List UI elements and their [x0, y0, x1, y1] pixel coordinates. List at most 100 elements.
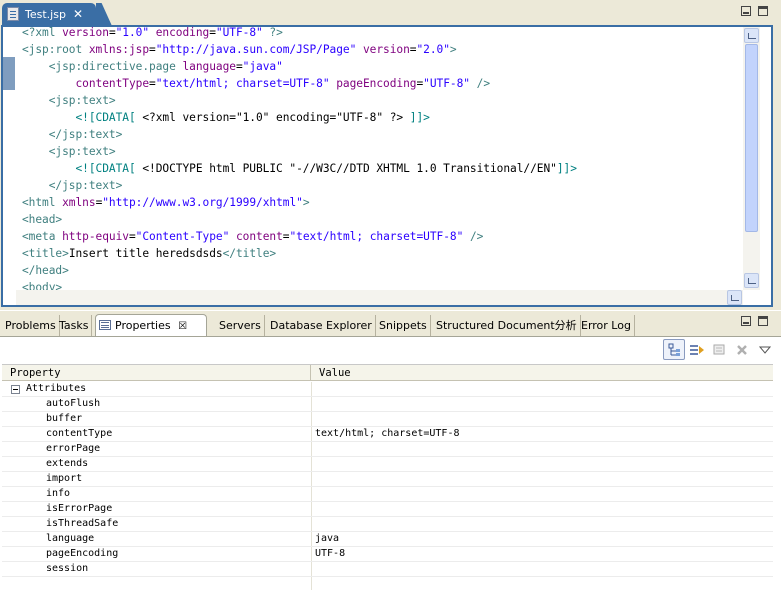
- show-categories-button[interactable]: [663, 339, 685, 360]
- editor-tab-test-jsp[interactable]: Test.jsp ✕: [2, 3, 96, 25]
- minimize-views-button[interactable]: [741, 316, 751, 326]
- code-token: "UTF-8": [423, 77, 470, 90]
- code-token: pageEncoding: [336, 77, 417, 90]
- jsp-file-icon: [7, 7, 19, 21]
- code-token: language: [182, 60, 236, 73]
- property-row-buffer[interactable]: buffer: [2, 412, 773, 427]
- code-token: <jsp:directive.page: [48, 60, 183, 73]
- property-value[interactable]: java: [315, 532, 339, 546]
- code-line: contentType="text/html; charset=UTF-8" p…: [22, 75, 490, 92]
- property-row-import[interactable]: import: [2, 472, 773, 487]
- properties-table: Property Value Attributes autoFlush buffe…: [2, 364, 773, 590]
- code-token: />: [469, 77, 491, 90]
- view-menu-icon: [759, 346, 771, 354]
- tab-tasks[interactable]: Tasks: [56, 315, 93, 336]
- code-token: =: [209, 27, 216, 39]
- property-value[interactable]: UTF-8: [315, 547, 345, 561]
- property-row-session[interactable]: session: [2, 562, 773, 577]
- table-header: Property Value: [2, 365, 773, 381]
- code-token: "http://java.sun.com/JSP/Page": [155, 43, 357, 56]
- maximize-editor-button[interactable]: [758, 6, 768, 16]
- properties-toolbar: [0, 337, 781, 363]
- tab-problems[interactable]: Problems: [2, 315, 60, 336]
- property-row-isthreadsafe[interactable]: isThreadSafe: [2, 517, 773, 532]
- property-row-info[interactable]: info: [2, 487, 773, 502]
- property-name: language: [46, 533, 95, 544]
- scroll-up-button[interactable]: [744, 28, 759, 43]
- code-token: version: [62, 27, 109, 39]
- code-token: version: [362, 43, 410, 56]
- tab-properties[interactable]: Properties ☒: [95, 314, 207, 336]
- property-row-autoflush[interactable]: autoFlush: [2, 397, 773, 412]
- properties-icon: [99, 320, 111, 330]
- code-line: <head>: [22, 211, 62, 228]
- property-row-language[interactable]: language java: [2, 532, 773, 547]
- code-token: ?>: [262, 27, 283, 39]
- tab-servers[interactable]: Servers: [216, 315, 265, 336]
- close-icon[interactable]: ☒: [178, 321, 187, 332]
- horizontal-scrollbar[interactable]: [16, 290, 743, 305]
- tab-label: Tasks: [59, 319, 89, 332]
- property-name: errorPage: [46, 443, 101, 454]
- minimize-editor-button[interactable]: [741, 6, 751, 16]
- code-token: =: [149, 43, 156, 56]
- property-row-errorpage[interactable]: errorPage: [2, 442, 773, 457]
- property-name: import: [46, 473, 83, 484]
- group-row-attributes[interactable]: Attributes: [2, 382, 773, 397]
- column-header-value[interactable]: Value: [311, 365, 773, 381]
- vertical-scroll-thumb[interactable]: [745, 44, 758, 232]
- code-token: ]]>: [556, 162, 577, 175]
- code-token: "text/html; charset=UTF-8": [155, 77, 330, 90]
- code-token: />: [463, 230, 484, 243]
- property-row-contenttype[interactable]: contentType text/html; charset=UTF-8: [2, 427, 773, 442]
- source-code-area[interactable]: <?xml version="1.0" encoding="UTF-8" ?> <…: [16, 27, 743, 290]
- code-token: <!DOCTYPE html PUBLIC "-//W3C//DTD XHTML…: [135, 162, 557, 175]
- code-line: <html xmlns="http://www.w3.org/1999/xhtm…: [22, 194, 310, 211]
- restore-default-button[interactable]: [709, 339, 731, 360]
- code-token: <?xml version="1.0" encoding="UTF-8" ?>: [135, 111, 410, 124]
- code-line: <jsp:directive.page language="java": [22, 58, 283, 75]
- scroll-down-button[interactable]: [744, 273, 759, 288]
- code-token: <jsp:text>: [48, 145, 116, 158]
- tab-database-explorer[interactable]: Database Explorer: [267, 315, 376, 336]
- tab-label: Structured Document分析: [436, 319, 577, 332]
- code-token: >: [302, 196, 310, 209]
- property-name: pageEncoding: [46, 548, 119, 559]
- delete-button[interactable]: [731, 339, 753, 360]
- code-token: =: [235, 60, 243, 73]
- close-icon[interactable]: ✕: [73, 8, 83, 20]
- code-token: "http://www.w3.org/1999/xhtml": [102, 196, 303, 209]
- code-token: <jsp:text>: [48, 94, 116, 107]
- code-token: <jsp:root: [22, 43, 89, 56]
- tab-error-log[interactable]: Error Log: [578, 315, 635, 336]
- property-name: info: [46, 488, 71, 499]
- tab-curve: [96, 3, 112, 26]
- scroll-right-button[interactable]: [727, 290, 742, 305]
- code-token: "java": [242, 60, 283, 73]
- code-token: http-equiv: [62, 230, 129, 243]
- property-row-iserrorpage[interactable]: isErrorPage: [2, 502, 773, 517]
- code-token: Insert title heredsdsds: [68, 247, 223, 260]
- collapse-icon[interactable]: [11, 385, 20, 394]
- tab-structured-document[interactable]: Structured Document分析: [433, 315, 581, 336]
- code-token: "text/html; charset=UTF-8": [289, 230, 464, 243]
- property-name: extends: [46, 458, 89, 469]
- code-line: <jsp:text>: [22, 92, 116, 109]
- show-advanced-button[interactable]: [686, 339, 708, 360]
- code-line: </head>: [22, 262, 69, 279]
- view-menu-button[interactable]: [754, 339, 776, 360]
- property-value[interactable]: text/html; charset=UTF-8: [315, 427, 460, 441]
- maximize-views-button[interactable]: [758, 316, 768, 326]
- property-name: session: [46, 563, 89, 574]
- tab-snippets[interactable]: Snippets: [376, 315, 431, 336]
- property-row-extends[interactable]: extends: [2, 457, 773, 472]
- property-row-pageencoding[interactable]: pageEncoding UTF-8: [2, 547, 773, 562]
- column-header-property[interactable]: Property: [2, 365, 311, 381]
